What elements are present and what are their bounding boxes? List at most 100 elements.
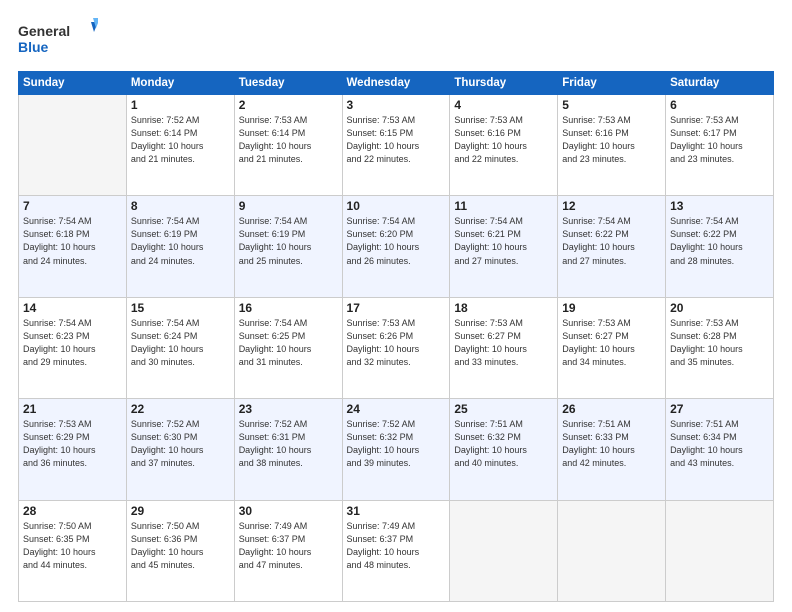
day-number: 20	[670, 301, 769, 315]
day-number: 5	[562, 98, 661, 112]
day-cell: 19 Sunrise: 7:53 AM Sunset: 6:27 PM Dayli…	[558, 297, 666, 398]
day-info: Sunrise: 7:52 AM Sunset: 6:32 PM Dayligh…	[347, 418, 446, 470]
day-number: 26	[562, 402, 661, 416]
day-cell: 11 Sunrise: 7:54 AM Sunset: 6:21 PM Dayli…	[450, 196, 558, 297]
day-info: Sunrise: 7:54 AM Sunset: 6:19 PM Dayligh…	[131, 215, 230, 267]
day-info: Sunrise: 7:53 AM Sunset: 6:17 PM Dayligh…	[670, 114, 769, 166]
col-header-monday: Monday	[126, 72, 234, 95]
page: General Blue SundayMondayTuesdayWednesda…	[0, 0, 792, 612]
col-header-wednesday: Wednesday	[342, 72, 450, 95]
week-row-5: 28 Sunrise: 7:50 AM Sunset: 6:35 PM Dayli…	[19, 500, 774, 601]
day-number: 15	[131, 301, 230, 315]
week-row-4: 21Sunrise: 7:53 AM Sunset: 6:29 PM Dayli…	[19, 399, 774, 500]
day-info: Sunrise: 7:54 AM Sunset: 6:19 PM Dayligh…	[239, 215, 338, 267]
day-info: Sunrise: 7:50 AM Sunset: 6:35 PM Dayligh…	[23, 520, 122, 572]
day-number: 4	[454, 98, 553, 112]
day-cell: 22Sunrise: 7:52 AM Sunset: 6:30 PM Dayli…	[126, 399, 234, 500]
day-cell: 25Sunrise: 7:51 AM Sunset: 6:32 PM Dayli…	[450, 399, 558, 500]
day-cell: 13 Sunrise: 7:54 AM Sunset: 6:22 PM Dayli…	[666, 196, 774, 297]
day-cell: 1 Sunrise: 7:52 AM Sunset: 6:14 PM Daylig…	[126, 95, 234, 196]
day-number: 30	[239, 504, 338, 518]
day-info: Sunrise: 7:49 AM Sunset: 6:37 PM Dayligh…	[239, 520, 338, 572]
day-cell: 10Sunrise: 7:54 AM Sunset: 6:20 PM Dayli…	[342, 196, 450, 297]
day-info: Sunrise: 7:52 AM Sunset: 6:14 PM Dayligh…	[131, 114, 230, 166]
day-cell	[558, 500, 666, 601]
day-number: 27	[670, 402, 769, 416]
day-cell: 12 Sunrise: 7:54 AM Sunset: 6:22 PM Dayli…	[558, 196, 666, 297]
day-info: Sunrise: 7:54 AM Sunset: 6:21 PM Dayligh…	[454, 215, 553, 267]
day-cell: 23 Sunrise: 7:52 AM Sunset: 6:31 PM Dayli…	[234, 399, 342, 500]
day-number: 28	[23, 504, 122, 518]
day-info: Sunrise: 7:54 AM Sunset: 6:22 PM Dayligh…	[670, 215, 769, 267]
day-number: 12	[562, 199, 661, 213]
logo: General Blue	[18, 18, 98, 63]
day-number: 3	[347, 98, 446, 112]
day-info: Sunrise: 7:54 AM Sunset: 6:23 PM Dayligh…	[23, 317, 122, 369]
day-info: Sunrise: 7:54 AM Sunset: 6:22 PM Dayligh…	[562, 215, 661, 267]
svg-text:General: General	[18, 23, 70, 39]
day-cell: 5Sunrise: 7:53 AM Sunset: 6:16 PM Daylig…	[558, 95, 666, 196]
week-row-3: 14 Sunrise: 7:54 AM Sunset: 6:23 PM Dayli…	[19, 297, 774, 398]
day-number: 2	[239, 98, 338, 112]
col-header-friday: Friday	[558, 72, 666, 95]
day-info: Sunrise: 7:54 AM Sunset: 6:20 PM Dayligh…	[347, 215, 446, 267]
day-number: 17	[347, 301, 446, 315]
day-info: Sunrise: 7:52 AM Sunset: 6:31 PM Dayligh…	[239, 418, 338, 470]
day-info: Sunrise: 7:51 AM Sunset: 6:34 PM Dayligh…	[670, 418, 769, 470]
day-cell: 27 Sunrise: 7:51 AM Sunset: 6:34 PM Dayli…	[666, 399, 774, 500]
day-cell	[19, 95, 127, 196]
day-number: 7	[23, 199, 122, 213]
header: General Blue	[18, 18, 774, 63]
day-number: 18	[454, 301, 553, 315]
week-row-2: 7Sunrise: 7:54 AM Sunset: 6:18 PM Daylig…	[19, 196, 774, 297]
day-cell: 24 Sunrise: 7:52 AM Sunset: 6:32 PM Dayli…	[342, 399, 450, 500]
day-info: Sunrise: 7:53 AM Sunset: 6:28 PM Dayligh…	[670, 317, 769, 369]
day-number: 1	[131, 98, 230, 112]
day-number: 21	[23, 402, 122, 416]
day-info: Sunrise: 7:50 AM Sunset: 6:36 PM Dayligh…	[131, 520, 230, 572]
day-cell: 4Sunrise: 7:53 AM Sunset: 6:16 PM Daylig…	[450, 95, 558, 196]
day-cell: 2 Sunrise: 7:53 AM Sunset: 6:14 PM Daylig…	[234, 95, 342, 196]
day-cell: 30 Sunrise: 7:49 AM Sunset: 6:37 PM Dayli…	[234, 500, 342, 601]
header-row: SundayMondayTuesdayWednesdayThursdayFrid…	[19, 72, 774, 95]
day-cell: 9 Sunrise: 7:54 AM Sunset: 6:19 PM Daylig…	[234, 196, 342, 297]
day-number: 29	[131, 504, 230, 518]
col-header-tuesday: Tuesday	[234, 72, 342, 95]
day-number: 24	[347, 402, 446, 416]
day-number: 14	[23, 301, 122, 315]
day-info: Sunrise: 7:53 AM Sunset: 6:15 PM Dayligh…	[347, 114, 446, 166]
calendar-table: SundayMondayTuesdayWednesdayThursdayFrid…	[18, 71, 774, 602]
day-number: 31	[347, 504, 446, 518]
day-number: 8	[131, 199, 230, 213]
day-info: Sunrise: 7:53 AM Sunset: 6:27 PM Dayligh…	[562, 317, 661, 369]
day-cell: 31 Sunrise: 7:49 AM Sunset: 6:37 PM Dayli…	[342, 500, 450, 601]
day-info: Sunrise: 7:53 AM Sunset: 6:27 PM Dayligh…	[454, 317, 553, 369]
day-number: 23	[239, 402, 338, 416]
day-number: 6	[670, 98, 769, 112]
day-cell: 14 Sunrise: 7:54 AM Sunset: 6:23 PM Dayli…	[19, 297, 127, 398]
day-info: Sunrise: 7:51 AM Sunset: 6:32 PM Dayligh…	[454, 418, 553, 470]
day-cell	[666, 500, 774, 601]
day-number: 9	[239, 199, 338, 213]
col-header-thursday: Thursday	[450, 72, 558, 95]
day-cell: 8 Sunrise: 7:54 AM Sunset: 6:19 PM Daylig…	[126, 196, 234, 297]
day-cell: 29 Sunrise: 7:50 AM Sunset: 6:36 PM Dayli…	[126, 500, 234, 601]
day-cell	[450, 500, 558, 601]
day-cell: 3 Sunrise: 7:53 AM Sunset: 6:15 PM Daylig…	[342, 95, 450, 196]
col-header-saturday: Saturday	[666, 72, 774, 95]
svg-text:Blue: Blue	[18, 39, 49, 55]
day-info: Sunrise: 7:53 AM Sunset: 6:14 PM Dayligh…	[239, 114, 338, 166]
col-header-sunday: Sunday	[19, 72, 127, 95]
day-cell: 20 Sunrise: 7:53 AM Sunset: 6:28 PM Dayli…	[666, 297, 774, 398]
day-number: 16	[239, 301, 338, 315]
day-info: Sunrise: 7:52 AM Sunset: 6:30 PM Dayligh…	[131, 418, 230, 470]
day-cell: 26 Sunrise: 7:51 AM Sunset: 6:33 PM Dayli…	[558, 399, 666, 500]
day-info: Sunrise: 7:51 AM Sunset: 6:33 PM Dayligh…	[562, 418, 661, 470]
day-cell: 16Sunrise: 7:54 AM Sunset: 6:25 PM Dayli…	[234, 297, 342, 398]
day-number: 19	[562, 301, 661, 315]
logo-svg: General Blue	[18, 18, 98, 63]
day-info: Sunrise: 7:49 AM Sunset: 6:37 PM Dayligh…	[347, 520, 446, 572]
day-cell: 28 Sunrise: 7:50 AM Sunset: 6:35 PM Dayli…	[19, 500, 127, 601]
day-number: 11	[454, 199, 553, 213]
day-number: 13	[670, 199, 769, 213]
